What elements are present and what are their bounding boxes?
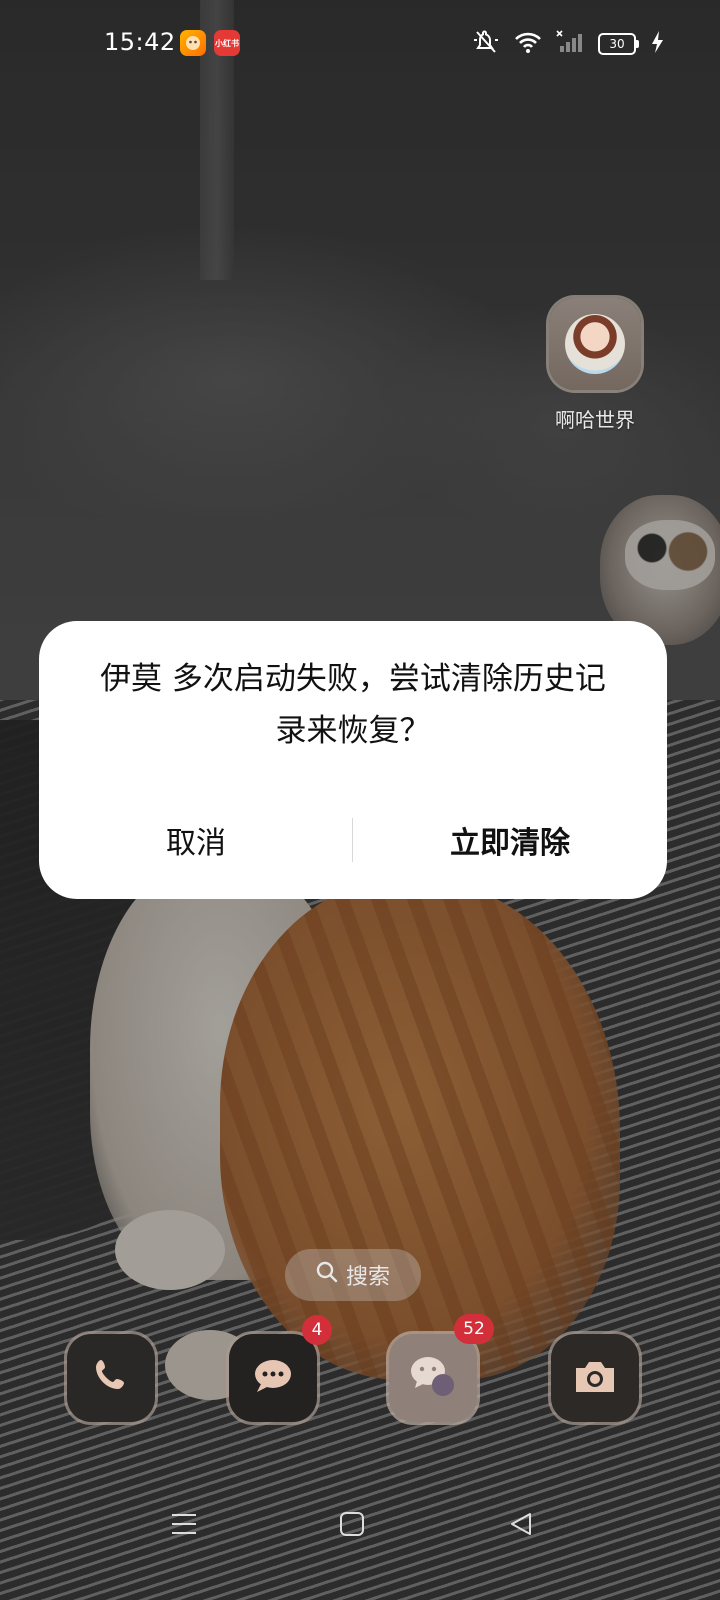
app-notification-icon <box>180 30 206 56</box>
nav-home-button[interactable] <box>332 1508 372 1544</box>
camera-app-button[interactable] <box>551 1334 639 1422</box>
wechat-app-button[interactable] <box>389 1334 477 1422</box>
wifi-icon <box>514 30 542 58</box>
chat-bubble-icon <box>249 1354 297 1402</box>
status-bar: 15:42 小红书 30 <box>0 0 720 90</box>
nav-back-button[interactable] <box>501 1508 541 1544</box>
dialog-message: 伊莫 多次启动失败，尝试清除历史记录来恢复？ <box>100 661 606 749</box>
status-time: 15:42 <box>104 28 176 56</box>
charging-icon <box>650 30 664 58</box>
cancel-button[interactable]: 取消 <box>39 807 353 873</box>
aha-world-app-label: 啊哈世界 <box>555 408 635 432</box>
nav-recents-button[interactable] <box>164 1508 204 1544</box>
xiaohongshu-notification-icon: 小红书 <box>214 30 240 56</box>
wechat-badge: 52 <box>454 1314 494 1344</box>
home-icon <box>339 1511 365 1541</box>
clear-now-button[interactable]: 立即清除 <box>353 807 667 873</box>
back-icon <box>508 1511 534 1541</box>
search-pill[interactable]: 搜索 <box>285 1249 421 1301</box>
camera-icon <box>572 1356 618 1400</box>
signal-icon <box>556 30 584 58</box>
wechat-icon <box>407 1352 459 1404</box>
messages-app-button[interactable] <box>229 1334 317 1422</box>
mute-icon <box>472 30 500 58</box>
menu-icon <box>171 1512 197 1540</box>
aha-world-app-icon[interactable] <box>549 298 641 390</box>
recovery-dialog: 伊莫 多次启动失败，尝试清除历史记录来恢复？ 取消 立即清除 <box>39 621 667 899</box>
messages-badge: 4 <box>302 1315 332 1345</box>
status-icons: 30 <box>472 30 664 58</box>
phone-icon <box>89 1354 133 1402</box>
search-label: 搜索 <box>345 1265 390 1290</box>
phone-app-button[interactable] <box>67 1334 155 1422</box>
battery-icon: 30 <box>598 33 639 55</box>
search-icon <box>316 1261 338 1289</box>
